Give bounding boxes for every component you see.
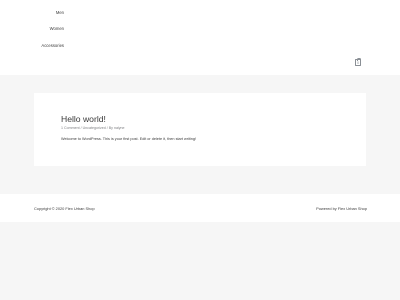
footer-copyright: Copyright © 2020 Flex Urban Shop [34,206,95,211]
post-comments-link[interactable]: 1 Comment [61,126,80,130]
post-title[interactable]: Hello world! [61,114,106,124]
post-article: Hello world! 1 Comment / Uncategorized /… [34,93,366,166]
meta-separator: / [106,126,108,130]
meta-separator: / [80,126,82,130]
site-header: Men Women Accessories 0 [0,0,400,75]
post-category-link[interactable]: Uncategorized [83,126,106,130]
footer-powered-by: Powered by Flex Urban Shop [316,206,367,211]
cart-count: 0 [357,61,359,65]
nav-item-men[interactable]: Men [56,10,64,15]
post-author-link[interactable]: nalyne [114,126,125,130]
site-footer: Copyright © 2020 Flex Urban Shop Powered… [0,194,400,222]
cart-icon[interactable]: 0 [355,57,362,66]
post-by-label: By [108,126,113,130]
post-excerpt: Welcome to WordPress. This is your first… [61,137,197,141]
post-meta: 1 Comment / Uncategorized / By nalyne [61,126,125,130]
nav-item-women[interactable]: Women [50,26,64,31]
nav-item-accessories[interactable]: Accessories [41,43,64,48]
